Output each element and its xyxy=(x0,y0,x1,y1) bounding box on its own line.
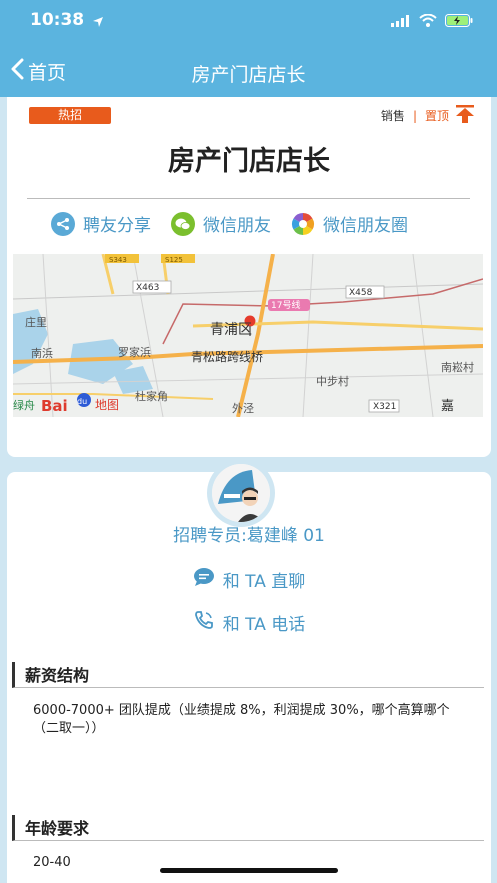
chat-label: 和 TA 直聊 xyxy=(222,572,306,592)
share-icon xyxy=(51,211,75,236)
page-title: 房产门店店长 xyxy=(191,64,306,86)
wifi-icon xyxy=(419,12,437,31)
pin-top-icon[interactable] xyxy=(455,105,475,126)
battery-icon xyxy=(445,12,473,31)
app-header: 10:38 首页 房产门店店长 xyxy=(0,0,497,97)
pin-top-link[interactable]: 置顶 xyxy=(425,107,449,124)
recruiter-avatar-frame xyxy=(207,459,275,527)
location-map[interactable]: S343 S125 X463 X458 17号线 青浦区 庄里 南浜 罗家浜 青… xyxy=(13,254,483,417)
share-pinyou-label: 聘友分享 xyxy=(83,216,151,236)
svg-text:地图: 地图 xyxy=(95,398,119,412)
job-title: 房产门店店长 xyxy=(168,146,330,177)
share-moments-label: 微信朋友圈 xyxy=(323,216,408,236)
salary-section-body: 6000-7000+ 团队提成（业绩提成 8%，利润提成 30%，哪个高算哪个（… xyxy=(33,703,450,736)
signal-icon xyxy=(391,12,411,31)
share-wechat-label: 微信朋友 xyxy=(203,216,271,236)
salary-section-title: 薪资结构 xyxy=(12,662,484,688)
phone-icon xyxy=(193,610,215,635)
map-label-s125: S125 xyxy=(165,256,183,264)
category-label: 销售 xyxy=(380,109,405,123)
nav-bar: 首页 房产门店店长 xyxy=(0,50,497,94)
status-bar: 10:38 xyxy=(0,10,497,34)
job-card: 热招 销售 | 置顶 房产门店店长 聘友分享 微信朋友 微信朋友圈 S343 S… xyxy=(7,97,491,457)
location-arrow-icon xyxy=(92,13,104,32)
map-label-x463: X463 xyxy=(136,283,159,293)
map-label-nanbang: 南浜 xyxy=(31,347,53,360)
status-time: 10:38 xyxy=(30,10,85,30)
map-label-dujiajiao: 杜家角 xyxy=(135,389,168,403)
map-label-luzhou: 绿舟 xyxy=(13,398,35,412)
age-section-title: 年龄要求 xyxy=(12,815,484,841)
share-row: 聘友分享 微信朋友 微信朋友圈 xyxy=(51,211,408,236)
map-label-nansongcun: 南崧村 xyxy=(441,360,474,374)
share-wechat-button[interactable]: 微信朋友 xyxy=(171,211,271,236)
map-label-zhuangli: 庄里 xyxy=(25,315,47,329)
map-label-waijing: 外泾 xyxy=(232,402,254,415)
meta-separator: | xyxy=(412,108,417,123)
map-label-luojiabang: 罗家浜 xyxy=(118,345,151,359)
call-button[interactable]: 和 TA 电话 xyxy=(7,610,491,635)
chat-bubble-icon xyxy=(193,567,215,592)
job-meta: 销售 | 置顶 xyxy=(381,105,475,126)
map-label-line17: 17号线 xyxy=(271,299,300,311)
map-label-qingsong: 青松路跨线桥 xyxy=(191,349,263,364)
chat-button[interactable]: 和 TA 直聊 xyxy=(7,567,491,592)
hot-badge: 热招 xyxy=(29,107,111,124)
status-icons xyxy=(391,12,473,31)
map-label-x458: X458 xyxy=(349,288,373,298)
map-label-qingpu: 青浦区 xyxy=(210,322,252,338)
share-moments-button[interactable]: 微信朋友圈 xyxy=(291,211,408,236)
moments-icon xyxy=(291,212,315,236)
map-label-s343: S343 xyxy=(109,256,127,264)
avatar[interactable] xyxy=(212,464,270,522)
svg-text:Bai: Bai xyxy=(41,397,68,415)
map-label-zhongbucun: 中步村 xyxy=(316,374,349,388)
wechat-icon xyxy=(171,211,195,236)
map-label-jia: 嘉 xyxy=(441,399,454,414)
recruiter-card: 招聘专员:葛建峰 01 和 TA 直聊 和 TA 电话 薪资结构 6000-70… xyxy=(7,472,491,883)
divider xyxy=(27,198,470,199)
home-indicator xyxy=(160,868,338,873)
share-pinyou-button[interactable]: 聘友分享 xyxy=(51,211,151,236)
map-label-x321: X321 xyxy=(373,402,396,412)
svg-text:du: du xyxy=(77,397,87,406)
call-label: 和 TA 电话 xyxy=(222,615,306,635)
